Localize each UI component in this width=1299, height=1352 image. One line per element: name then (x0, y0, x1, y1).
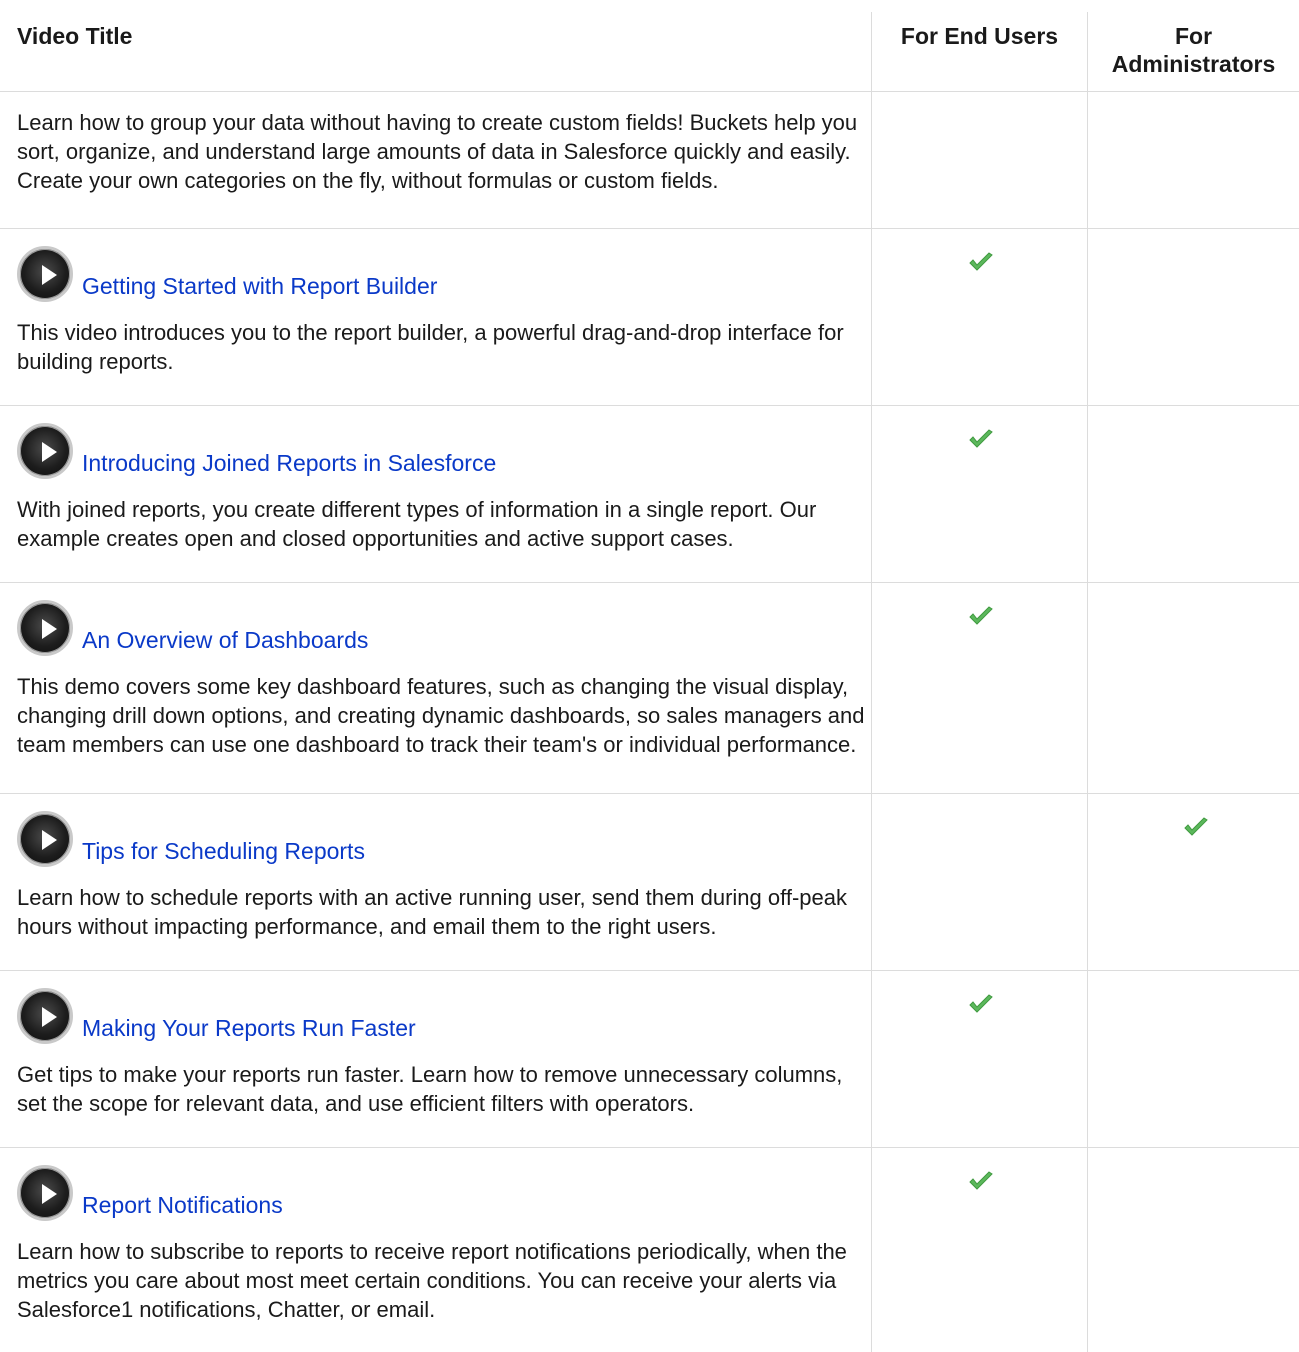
row-description: Learn how to group your data without hav… (17, 110, 858, 193)
table-row: Getting Started with Report Builder This… (0, 229, 1299, 406)
header-for-administrators: For Administrators (1088, 22, 1299, 78)
header-video-title: Video Title (17, 23, 133, 49)
video-link[interactable]: Tips for Scheduling Reports (82, 837, 365, 865)
table-header: Video Title For End Users For Administra… (0, 0, 1299, 92)
play-video-icon[interactable] (17, 811, 73, 867)
table-row: Making Your Reports Run Faster Get tips … (0, 971, 1299, 1148)
row-description: Learn how to subscribe to reports to rec… (17, 1239, 847, 1322)
row-title-line: An Overview of Dashboards (17, 600, 368, 656)
header-admins-line2: Administrators (1111, 51, 1276, 77)
checkmark-icon (969, 252, 993, 271)
row-title-line: Report Notifications (17, 1165, 283, 1221)
video-table: Video Title For End Users For Administra… (0, 0, 1299, 1352)
row-title-line: Getting Started with Report Builder (17, 246, 437, 302)
play-video-icon[interactable] (17, 600, 73, 656)
table-row: Introducing Joined Reports in Salesforce… (0, 406, 1299, 583)
video-link[interactable]: Making Your Reports Run Faster (82, 1014, 416, 1042)
header-for-end-users: For End Users (900, 23, 1059, 49)
video-link[interactable]: Report Notifications (82, 1191, 283, 1219)
header-admins-line1: For (1174, 23, 1213, 49)
video-link[interactable]: Getting Started with Report Builder (82, 272, 437, 300)
row-title-line: Introducing Joined Reports in Salesforce (17, 423, 496, 479)
video-link[interactable]: Introducing Joined Reports in Salesforce (82, 449, 496, 477)
play-video-icon[interactable] (17, 423, 73, 479)
table-row: Report Notifications Learn how to subscr… (0, 1148, 1299, 1352)
row-description: With joined reports, you create differen… (17, 497, 817, 551)
table-row: An Overview of Dashboards This demo cove… (0, 583, 1299, 794)
play-video-icon[interactable] (17, 1165, 73, 1221)
table-row: Tips for Scheduling Reports Learn how to… (0, 794, 1299, 971)
row-description: Learn how to schedule reports with an ac… (17, 885, 847, 939)
checkmark-icon (969, 606, 993, 625)
table-row: Learn how to group your data without hav… (0, 92, 1299, 229)
checkmark-icon (969, 1171, 993, 1190)
play-video-icon[interactable] (17, 246, 73, 302)
row-title-line: Tips for Scheduling Reports (17, 811, 365, 867)
row-description: Get tips to make your reports run faster… (17, 1062, 843, 1116)
video-link[interactable]: An Overview of Dashboards (82, 626, 368, 654)
row-description: This demo covers some key dashboard feat… (17, 674, 865, 757)
checkmark-icon (969, 429, 993, 448)
row-description: This video introduces you to the report … (17, 320, 844, 374)
play-video-icon[interactable] (17, 988, 73, 1044)
row-title-line: Making Your Reports Run Faster (17, 988, 416, 1044)
checkmark-icon (1184, 817, 1208, 836)
checkmark-icon (969, 994, 993, 1013)
